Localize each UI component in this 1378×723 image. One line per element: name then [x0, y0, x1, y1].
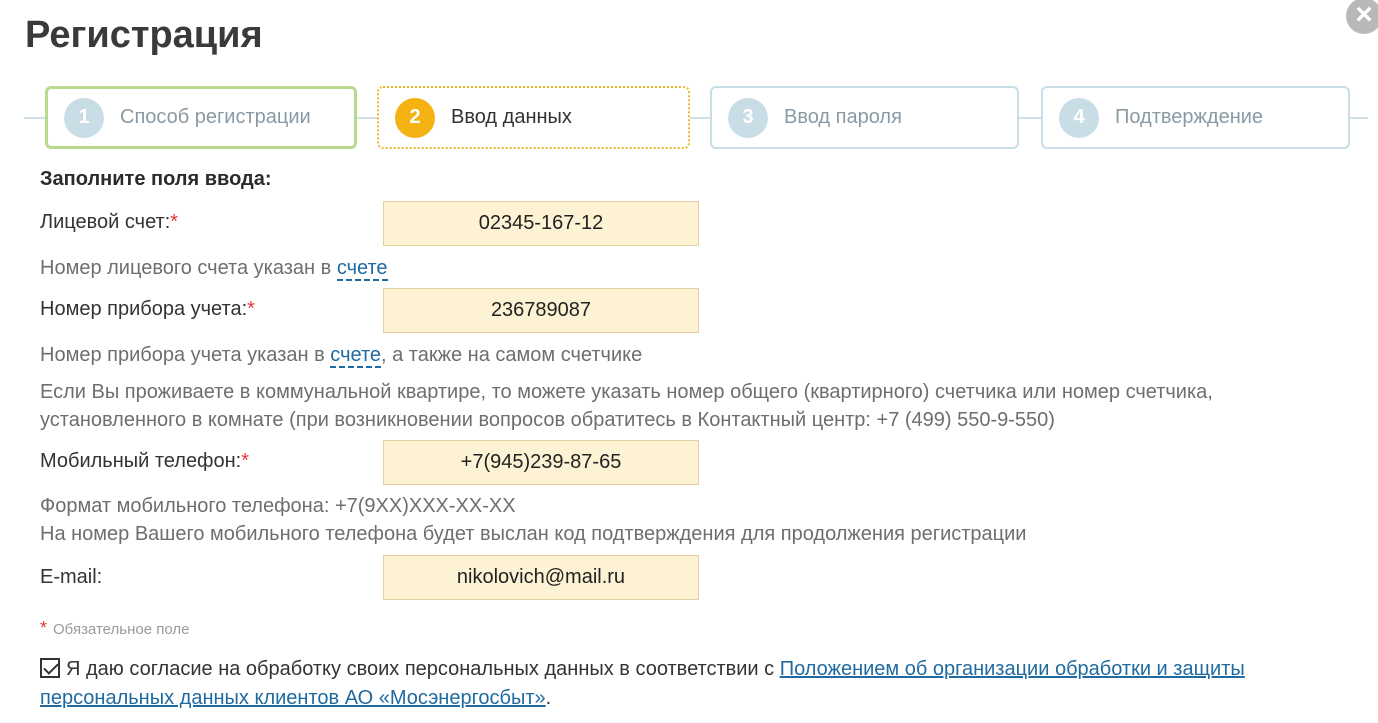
meter-number-input[interactable] [383, 288, 699, 333]
invoice-link[interactable]: счете [330, 344, 382, 368]
account-hint-text: Номер лицевого счета указан в [40, 257, 337, 279]
required-field-note: * Обязательное поле [40, 618, 189, 639]
step-data-entry[interactable]: 2 Ввод данных [377, 86, 690, 149]
step-label: Способ регистрации [120, 106, 311, 128]
phone-format-hint: Формат мобильного телефона: +7(9XX)XXX-X… [40, 495, 516, 517]
required-note-text: Обязательное поле [53, 621, 190, 638]
step-number-badge: 3 [728, 97, 768, 138]
required-asterisk: * [170, 211, 179, 233]
account-label-text: Лицевой счет: [40, 211, 171, 233]
consent-end: . [545, 687, 552, 709]
step-label: Ввод данных [451, 106, 572, 128]
phone-label: Мобильный телефон:* [40, 450, 249, 473]
meter-label: Номер прибора учета:* [40, 298, 255, 321]
close-icon[interactable]: × [1346, 0, 1378, 34]
phone-hint: Формат мобильного телефона: +7(9XX)XXX-X… [40, 492, 1340, 548]
step-number-badge: 2 [395, 97, 435, 138]
email-input[interactable] [383, 555, 699, 600]
step-password-entry[interactable]: 3 Ввод пароля [710, 86, 1019, 149]
consent-block: Я даю согласие на обработку своих персон… [40, 655, 1320, 713]
phone-code-hint: На номер Вашего мобильного телефона буде… [40, 523, 1027, 545]
account-label: Лицевой счет:* [40, 211, 178, 234]
step-confirmation[interactable]: 4 Подтверждение [1041, 86, 1350, 149]
step-label: Ввод пароля [784, 106, 902, 128]
communal-hint-line: установленного в комнате (при возникнове… [40, 409, 1055, 431]
account-number-input[interactable] [383, 201, 699, 246]
meter-label-text: Номер прибора учета: [40, 298, 248, 320]
meter-hint-suffix: , а также на самом счетчике [381, 344, 643, 366]
email-label: E-mail: [40, 566, 103, 588]
communal-hint-line: Если Вы проживаете в коммунальной кварти… [40, 381, 1213, 403]
step-registration-method[interactable]: 1 Способ регистрации [45, 86, 357, 149]
step-number-badge: 4 [1059, 97, 1099, 138]
required-asterisk: * [241, 450, 250, 472]
required-asterisk: * [40, 618, 48, 638]
page-title: Регистрация [25, 14, 263, 56]
step-number-badge: 1 [64, 97, 104, 138]
phone-label-text: Мобильный телефон: [40, 450, 242, 472]
communal-apartment-hint: Если Вы проживаете в коммунальной кварти… [40, 378, 1340, 434]
invoice-link[interactable]: счете [336, 257, 388, 281]
mobile-phone-input[interactable] [383, 440, 699, 485]
consent-text: Я даю согласие на обработку своих персон… [66, 658, 780, 680]
step-label: Подтверждение [1115, 106, 1264, 128]
meter-hint: Номер прибора учета указан в счете, а та… [40, 341, 642, 369]
consent-checkbox[interactable] [40, 658, 60, 678]
account-hint: Номер лицевого счета указан в счете [40, 254, 388, 282]
form-heading: Заполните поля ввода: [40, 168, 272, 190]
meter-hint-text: Номер прибора учета указан в [40, 344, 331, 366]
required-asterisk: * [247, 298, 255, 320]
